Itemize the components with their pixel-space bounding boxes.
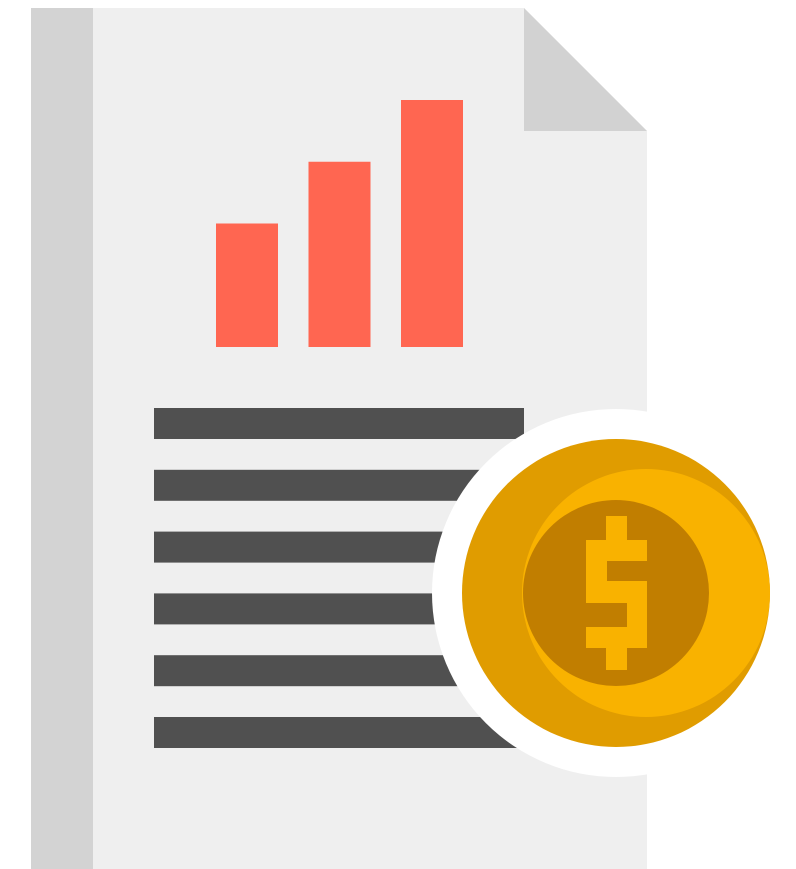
text-line: [154, 717, 524, 748]
chart-bar: [401, 100, 463, 347]
dollar-coin-icon: [432, 409, 796, 777]
financial-report-illustration: [0, 0, 796, 869]
chart-bar: [308, 161, 371, 347]
page-fold-corner: [524, 8, 647, 131]
page-spine: [31, 8, 93, 869]
text-line: [154, 408, 524, 439]
chart-bar: [216, 223, 278, 347]
financial-report-with-dollar-coin-icon: [31, 8, 796, 869]
